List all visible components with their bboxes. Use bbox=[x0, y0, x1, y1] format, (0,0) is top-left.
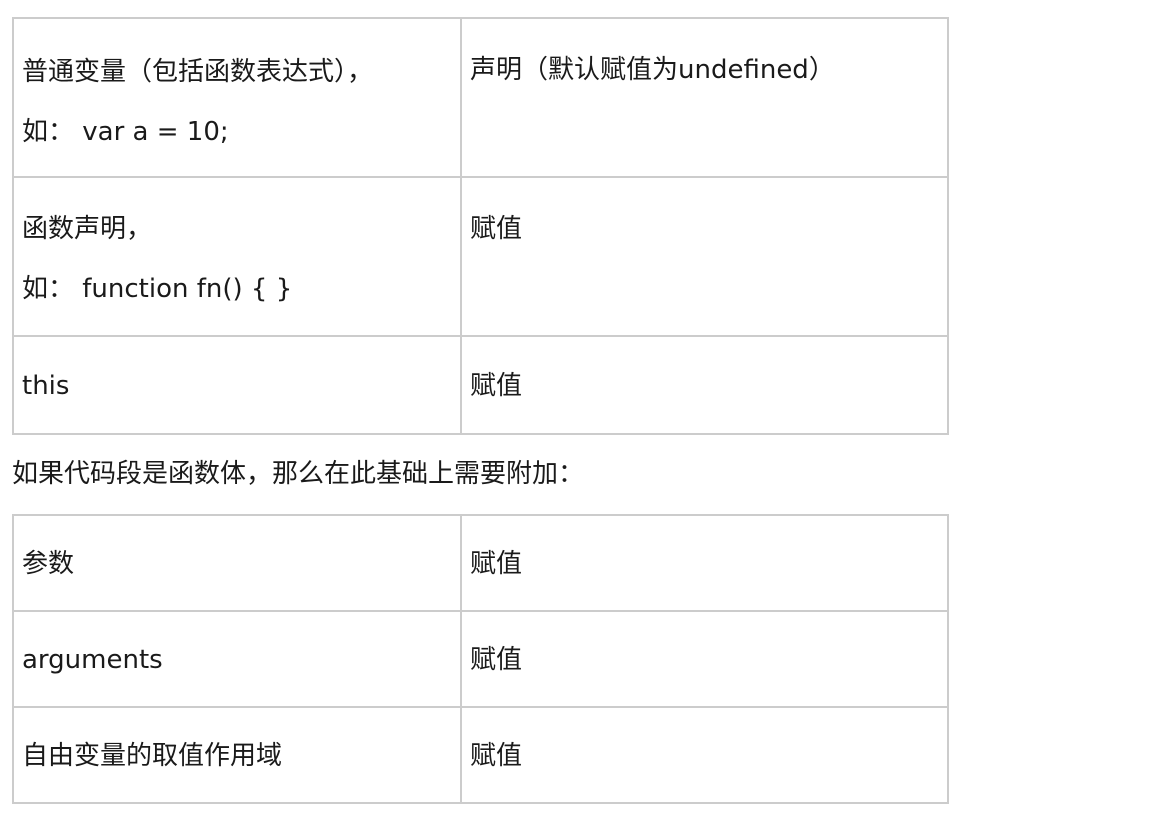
table-cell: arguments bbox=[12, 610, 462, 708]
function-extras-table: 参数 赋值 arguments 赋值 自由变量的取值作用域 赋值 bbox=[12, 514, 949, 804]
cell-text: this bbox=[22, 371, 70, 401]
cell-text: 赋值 bbox=[470, 214, 523, 244]
cell-text: 如： var a = 10; bbox=[22, 117, 229, 147]
table-row: 函数声明， 如： function fn() { } 赋值 bbox=[12, 176, 949, 337]
table-cell: 参数 bbox=[12, 514, 462, 612]
cell-text: 函数声明， bbox=[22, 214, 153, 244]
table-cell: 声明（默认赋值为undefined） bbox=[460, 17, 949, 178]
table-row: arguments 赋值 bbox=[12, 610, 949, 708]
table-cell: this bbox=[12, 335, 462, 435]
hoisting-table: 普通变量（包括函数表达式）， 如： var a = 10; 声明（默认赋值为un… bbox=[12, 17, 949, 435]
table-cell: 自由变量的取值作用域 bbox=[12, 706, 462, 804]
cell-text: 赋值 bbox=[470, 741, 523, 771]
table-cell: 赋值 bbox=[460, 176, 949, 337]
table-row: 自由变量的取值作用域 赋值 bbox=[12, 706, 949, 804]
cell-text: 声明（默认赋值为undefined） bbox=[470, 55, 835, 85]
cell-text: 自由变量的取值作用域 bbox=[22, 741, 283, 771]
cell-text: 赋值 bbox=[470, 371, 523, 401]
cell-text: arguments bbox=[22, 645, 163, 675]
table-cell: 赋值 bbox=[460, 335, 949, 435]
table-row: 普通变量（包括函数表达式）， 如： var a = 10; 声明（默认赋值为un… bbox=[12, 17, 949, 178]
table-cell: 函数声明， 如： function fn() { } bbox=[12, 176, 462, 337]
cell-text: 如： function fn() { } bbox=[22, 274, 293, 304]
table-cell: 赋值 bbox=[460, 706, 949, 804]
table-cell: 赋值 bbox=[460, 514, 949, 612]
table-cell: 普通变量（包括函数表达式）， 如： var a = 10; bbox=[12, 17, 462, 178]
paragraph: 如果代码段是函数体，那么在此基础上需要附加： bbox=[12, 459, 585, 489]
table-row: 参数 赋值 bbox=[12, 514, 949, 612]
cell-text: 赋值 bbox=[470, 645, 523, 675]
cell-text: 参数 bbox=[22, 549, 75, 579]
table-cell: 赋值 bbox=[460, 610, 949, 708]
cell-text: 普通变量（包括函数表达式）， bbox=[22, 57, 374, 87]
table-row: this 赋值 bbox=[12, 335, 949, 435]
cell-text: 赋值 bbox=[470, 549, 523, 579]
